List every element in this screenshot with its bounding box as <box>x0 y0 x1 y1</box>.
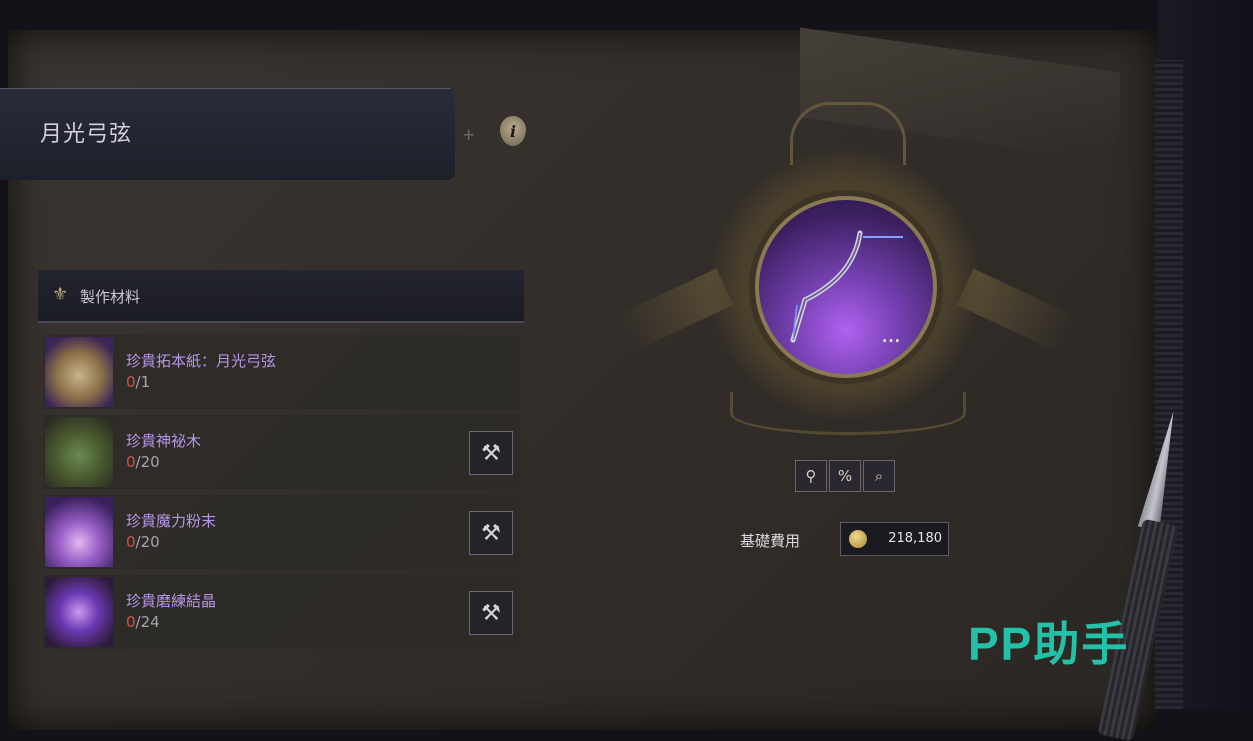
material-count: 0/1 <box>126 373 151 391</box>
percent-icon[interactable]: % <box>829 460 861 492</box>
craft-hammer-button[interactable]: ⚒ <box>469 431 513 475</box>
materials-header-label: 製作材料 <box>80 288 141 306</box>
scroll-icon <box>45 337 113 407</box>
map-pin-icon[interactable]: ⚲ <box>795 460 827 492</box>
material-row[interactable]: 珍貴魔力粉末 0/20 ⚒ <box>43 495 521 569</box>
material-count: 0/20 <box>126 533 160 551</box>
material-count: 0/24 <box>126 613 160 631</box>
item-title: 月光弓弦 <box>40 122 133 147</box>
emblem-banner <box>730 392 966 435</box>
material-name: 珍貴神祕木 <box>126 432 202 450</box>
material-row[interactable]: 珍貴神祕木 0/20 ⚒ <box>43 415 521 489</box>
fleur-de-lis-icon: ⚜ <box>52 284 69 305</box>
materials-header: ⚜ 製作材料 <box>38 270 524 323</box>
material-name: 珍貴拓本紙：月光弓弦 <box>126 352 277 370</box>
powder-icon <box>45 497 113 567</box>
material-row[interactable]: 珍貴拓本紙：月光弓弦 0/1 <box>43 335 521 409</box>
item-more-button[interactable]: ... <box>882 330 901 346</box>
base-cost-box: 218,180 <box>840 522 949 556</box>
magnifier-icon[interactable]: ⌕ <box>863 460 895 492</box>
base-cost-value: 218,180 <box>888 531 942 546</box>
craft-hammer-button[interactable]: ⚒ <box>469 511 513 555</box>
wood-icon <box>45 417 113 487</box>
crystal-icon <box>45 577 113 647</box>
base-cost-label: 基礎費用 <box>740 532 801 550</box>
material-count: 0/20 <box>126 453 160 471</box>
craft-hammer-button[interactable]: ⚒ <box>469 591 513 635</box>
material-name: 珍貴魔力粉末 <box>126 512 217 530</box>
coin-icon <box>849 530 867 548</box>
watermark: PP助手 <box>968 618 1130 670</box>
plus-icon: + <box>462 125 476 144</box>
material-row[interactable]: 珍貴磨練結晶 0/24 ⚒ <box>43 575 521 649</box>
bow-icon <box>790 230 903 343</box>
crown-ornament <box>790 102 906 165</box>
material-name: 珍貴磨練結晶 <box>126 592 217 610</box>
